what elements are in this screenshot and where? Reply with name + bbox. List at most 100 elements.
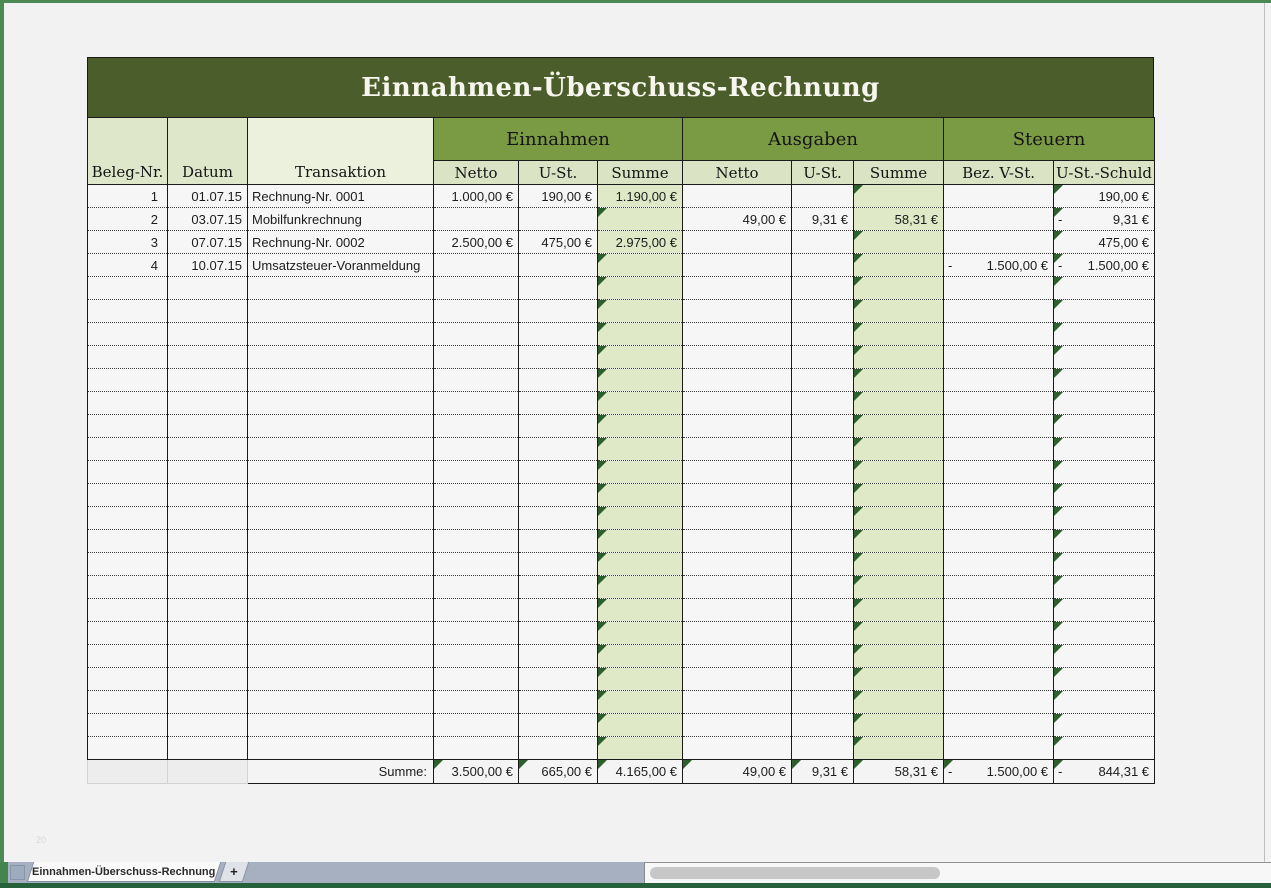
cell-e-summe[interactable] — [598, 530, 683, 553]
cell-a-summe[interactable] — [854, 507, 944, 530]
cell-e-summe[interactable] — [598, 323, 683, 346]
cell-transaktion[interactable] — [248, 576, 434, 599]
cell-a-summe[interactable] — [854, 530, 944, 553]
cell-a-netto[interactable] — [683, 645, 792, 668]
cell-a-netto[interactable] — [683, 507, 792, 530]
cell-nr[interactable] — [88, 392, 168, 415]
cell-ust-schuld[interactable] — [1054, 622, 1155, 645]
cell-e-netto[interactable] — [434, 461, 519, 484]
cell-a-netto[interactable] — [683, 231, 792, 254]
cell-a-summe[interactable] — [854, 622, 944, 645]
cell-e-summe[interactable] — [598, 737, 683, 760]
cell-ust-schuld[interactable] — [1054, 346, 1155, 369]
cell-e-summe[interactable] — [598, 346, 683, 369]
cell-e-summe[interactable]: 2.975,00 € — [598, 231, 683, 254]
cell-e-netto[interactable] — [434, 737, 519, 760]
cell-e-netto[interactable] — [434, 369, 519, 392]
col-header-transaktion[interactable]: Transaktion — [248, 118, 434, 185]
cell-transaktion[interactable] — [248, 461, 434, 484]
cell-transaktion[interactable] — [248, 346, 434, 369]
cell-datum[interactable] — [168, 484, 248, 507]
cell-e-summe[interactable] — [598, 300, 683, 323]
cell-datum[interactable]: 07.07.15 — [168, 231, 248, 254]
cell-a-netto[interactable]: 49,00 € — [683, 208, 792, 231]
cell-a-summe[interactable] — [854, 369, 944, 392]
horizontal-scrollbar[interactable] — [645, 862, 1271, 883]
cell-nr[interactable] — [88, 622, 168, 645]
cell-datum[interactable]: 01.07.15 — [168, 185, 248, 208]
cell-a-netto[interactable] — [683, 668, 792, 691]
cell-e-ust[interactable] — [519, 369, 598, 392]
cell-bez-vst[interactable] — [944, 369, 1054, 392]
cell-e-netto[interactable] — [434, 645, 519, 668]
cell-datum[interactable] — [168, 714, 248, 737]
cell-e-ust[interactable]: 475,00 € — [519, 231, 598, 254]
cell-ust-schuld[interactable] — [1054, 369, 1155, 392]
cell-e-summe[interactable] — [598, 622, 683, 645]
group-header-ausgaben[interactable]: Ausgaben — [683, 118, 944, 161]
col-header-ausgaben-netto[interactable]: Netto — [683, 161, 792, 185]
cell-ust-schuld[interactable]: 475,00 € — [1054, 231, 1155, 254]
cell-bez-vst[interactable] — [944, 461, 1054, 484]
cell-a-summe[interactable] — [854, 185, 944, 208]
cell-e-netto[interactable] — [434, 438, 519, 461]
cell-datum[interactable] — [168, 392, 248, 415]
cell-e-ust[interactable] — [519, 461, 598, 484]
cell-e-ust[interactable] — [519, 553, 598, 576]
cell-a-netto[interactable] — [683, 553, 792, 576]
cell-bez-vst[interactable] — [944, 622, 1054, 645]
cell-ust-schuld[interactable] — [1054, 691, 1155, 714]
scrollbar-thumb[interactable] — [650, 867, 940, 879]
cell-a-ust[interactable] — [792, 484, 854, 507]
cell-e-netto[interactable] — [434, 392, 519, 415]
cell-a-summe[interactable] — [854, 415, 944, 438]
cell-e-netto[interactable] — [434, 576, 519, 599]
cell-a-summe[interactable] — [854, 461, 944, 484]
cell-bez-vst[interactable] — [944, 507, 1054, 530]
cell-a-ust[interactable] — [792, 392, 854, 415]
cell-a-summe[interactable] — [854, 277, 944, 300]
cell-datum[interactable] — [168, 737, 248, 760]
cell-a-summe[interactable] — [854, 231, 944, 254]
cell-e-ust[interactable]: 190,00 € — [519, 185, 598, 208]
cell-datum[interactable] — [168, 668, 248, 691]
cell-a-ust[interactable] — [792, 185, 854, 208]
cell-a-summe[interactable] — [854, 645, 944, 668]
summary-e-summe[interactable]: 4.165,00 € — [598, 760, 683, 784]
cell-transaktion[interactable] — [248, 484, 434, 507]
cell-bez-vst[interactable] — [944, 438, 1054, 461]
cell-a-summe[interactable] — [854, 438, 944, 461]
cell-nr[interactable] — [88, 438, 168, 461]
cell-a-ust[interactable] — [792, 645, 854, 668]
cell-nr[interactable] — [88, 737, 168, 760]
add-sheet-tab[interactable]: + — [219, 862, 249, 882]
cell-a-summe[interactable] — [854, 392, 944, 415]
cell-a-netto[interactable] — [683, 438, 792, 461]
cell-ust-schuld[interactable] — [1054, 714, 1155, 737]
cell-nr[interactable]: 4 — [88, 254, 168, 277]
cell-nr[interactable] — [88, 507, 168, 530]
cell-e-ust[interactable] — [519, 208, 598, 231]
cell-ust-schuld[interactable] — [1054, 645, 1155, 668]
cell-e-ust[interactable] — [519, 714, 598, 737]
cell-transaktion[interactable] — [248, 438, 434, 461]
cell-nr[interactable]: 3 — [88, 231, 168, 254]
cell-a-summe[interactable] — [854, 484, 944, 507]
cell-a-ust[interactable] — [792, 507, 854, 530]
cell-ust-schuld[interactable]: 190,00 € — [1054, 185, 1155, 208]
cell-a-netto[interactable] — [683, 530, 792, 553]
cell-ust-schuld[interactable] — [1054, 668, 1155, 691]
cell-a-ust[interactable] — [792, 622, 854, 645]
cell-nr[interactable] — [88, 346, 168, 369]
cell-transaktion[interactable] — [248, 415, 434, 438]
cell-e-summe[interactable] — [598, 484, 683, 507]
cell-nr[interactable] — [88, 576, 168, 599]
cell-a-summe[interactable] — [854, 691, 944, 714]
summary-a-netto[interactable]: 49,00 € — [683, 760, 792, 784]
cell-e-ust[interactable] — [519, 254, 598, 277]
cell-datum[interactable] — [168, 277, 248, 300]
cell-a-netto[interactable] — [683, 576, 792, 599]
summary-e-ust[interactable]: 665,00 € — [519, 760, 598, 784]
cell-a-summe[interactable] — [854, 254, 944, 277]
cell-nr[interactable] — [88, 323, 168, 346]
